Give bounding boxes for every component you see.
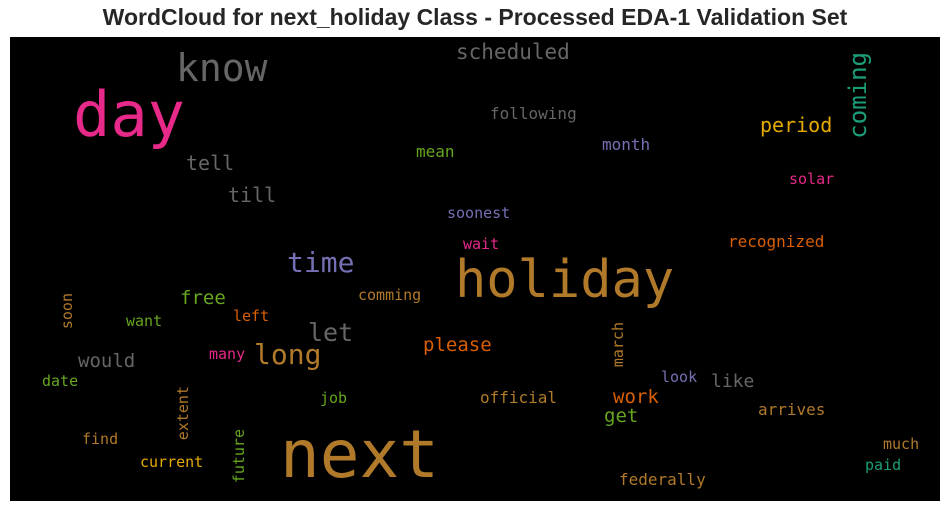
word-mean: mean (416, 142, 455, 161)
word-would: would (78, 350, 136, 372)
word-comming: comming (358, 286, 422, 304)
wordcloud-canvas: next holiday day know time long coming l… (10, 37, 940, 501)
word-soonest: soonest (447, 204, 511, 222)
word-scheduled: scheduled (456, 40, 570, 64)
word-official: official (480, 388, 558, 407)
word-till: till (228, 183, 277, 207)
word-current: current (140, 453, 204, 471)
word-want: want (126, 312, 163, 330)
word-march: march (609, 322, 627, 368)
word-like: like (711, 371, 755, 392)
word-day: day (73, 78, 185, 151)
word-please: please (423, 334, 492, 356)
word-next: next (280, 416, 439, 493)
word-let: let (308, 318, 354, 347)
word-left: left (233, 307, 270, 325)
word-coming: coming (844, 52, 872, 139)
word-free: free (180, 287, 226, 309)
word-extent: extent (174, 386, 192, 441)
word-know: know (176, 46, 268, 90)
word-solar: solar (789, 170, 835, 188)
word-paid: paid (865, 456, 902, 474)
word-period: period (760, 113, 833, 137)
word-federally: federally (619, 470, 706, 489)
word-wait: wait (463, 235, 500, 253)
word-time: time (287, 246, 355, 279)
word-future: future (230, 429, 248, 484)
word-recognized: recognized (728, 232, 825, 251)
word-many: many (209, 345, 246, 363)
word-holiday: holiday (455, 250, 675, 310)
word-look: look (661, 368, 698, 386)
word-month: month (602, 135, 651, 154)
word-much: much (883, 435, 920, 453)
word-tell: tell (186, 151, 235, 175)
chart-title: WordCloud for next_holiday Class - Proce… (102, 4, 848, 30)
word-soon: soon (58, 293, 76, 330)
word-date: date (42, 372, 79, 390)
word-get: get (604, 405, 639, 427)
word-job: job (320, 389, 348, 407)
word-find: find (82, 430, 119, 448)
word-arrives: arrives (758, 400, 826, 419)
word-following: following (490, 104, 577, 123)
